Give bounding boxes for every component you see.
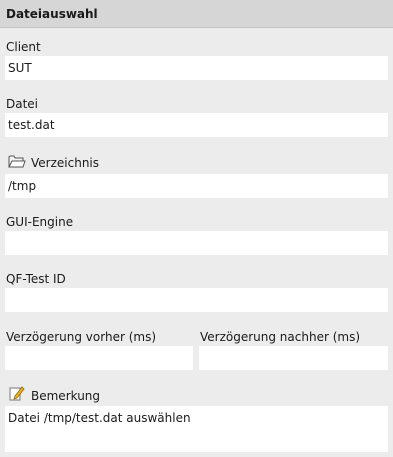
folder-icon[interactable]: [8, 154, 26, 169]
directory-label: Verzeichnis: [31, 156, 100, 170]
qftest-id-field[interactable]: [5, 288, 388, 312]
delay-before-field[interactable]: [5, 346, 193, 370]
comment-field[interactable]: Datei /tmp/test.dat auswählen: [5, 406, 388, 452]
delay-after-label: Verzögerung nachher (ms): [200, 330, 361, 344]
qftest-id-label: QF-Test ID: [6, 272, 66, 286]
panel-title: Dateiauswahl: [6, 7, 98, 21]
file-label: Datei: [6, 97, 39, 111]
panel-header: Dateiauswahl: [0, 0, 393, 28]
delay-after-field[interactable]: [199, 346, 388, 370]
pencil-note-icon[interactable]: [9, 385, 25, 401]
client-label: Client: [6, 40, 41, 54]
comment-label: Bemerkung: [31, 389, 101, 403]
directory-field[interactable]: /tmp: [5, 174, 388, 198]
file-field[interactable]: test.dat: [5, 113, 388, 137]
client-field[interactable]: SUT: [5, 56, 388, 80]
delay-before-label: Verzögerung vorher (ms): [6, 330, 157, 344]
gui-engine-label: GUI-Engine: [6, 215, 74, 229]
gui-engine-field[interactable]: [5, 231, 388, 255]
